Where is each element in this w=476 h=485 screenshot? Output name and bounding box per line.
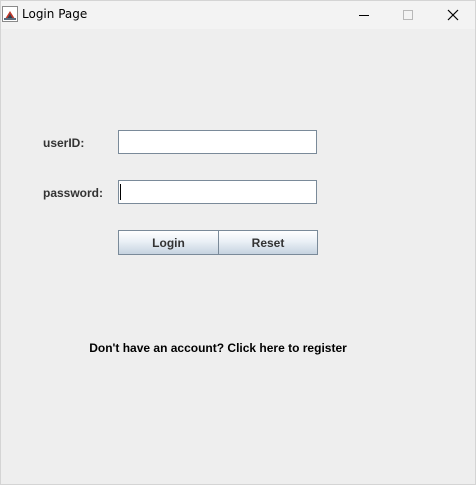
window-title: Login Page xyxy=(22,7,88,21)
minimize-button[interactable] xyxy=(342,1,386,29)
close-button[interactable] xyxy=(431,1,475,29)
login-window: Login Page userID: password: Login Reset… xyxy=(0,0,476,485)
maximize-icon xyxy=(403,10,413,20)
userid-input[interactable] xyxy=(118,130,317,154)
text-caret xyxy=(120,184,121,200)
reset-button[interactable]: Reset xyxy=(218,230,318,255)
minimize-icon xyxy=(359,15,369,16)
login-button[interactable]: Login xyxy=(118,230,219,255)
maximize-button[interactable] xyxy=(386,1,430,29)
password-input[interactable] xyxy=(118,180,317,204)
java-app-icon xyxy=(2,6,18,22)
userid-label: userID: xyxy=(43,136,85,150)
register-link[interactable]: Don't have an account? Click here to reg… xyxy=(1,341,435,355)
password-label: password: xyxy=(43,186,104,200)
title-bar[interactable]: Login Page xyxy=(1,1,475,29)
close-icon xyxy=(447,9,459,21)
content-panel: userID: password: Login Reset Don't have… xyxy=(1,29,475,484)
